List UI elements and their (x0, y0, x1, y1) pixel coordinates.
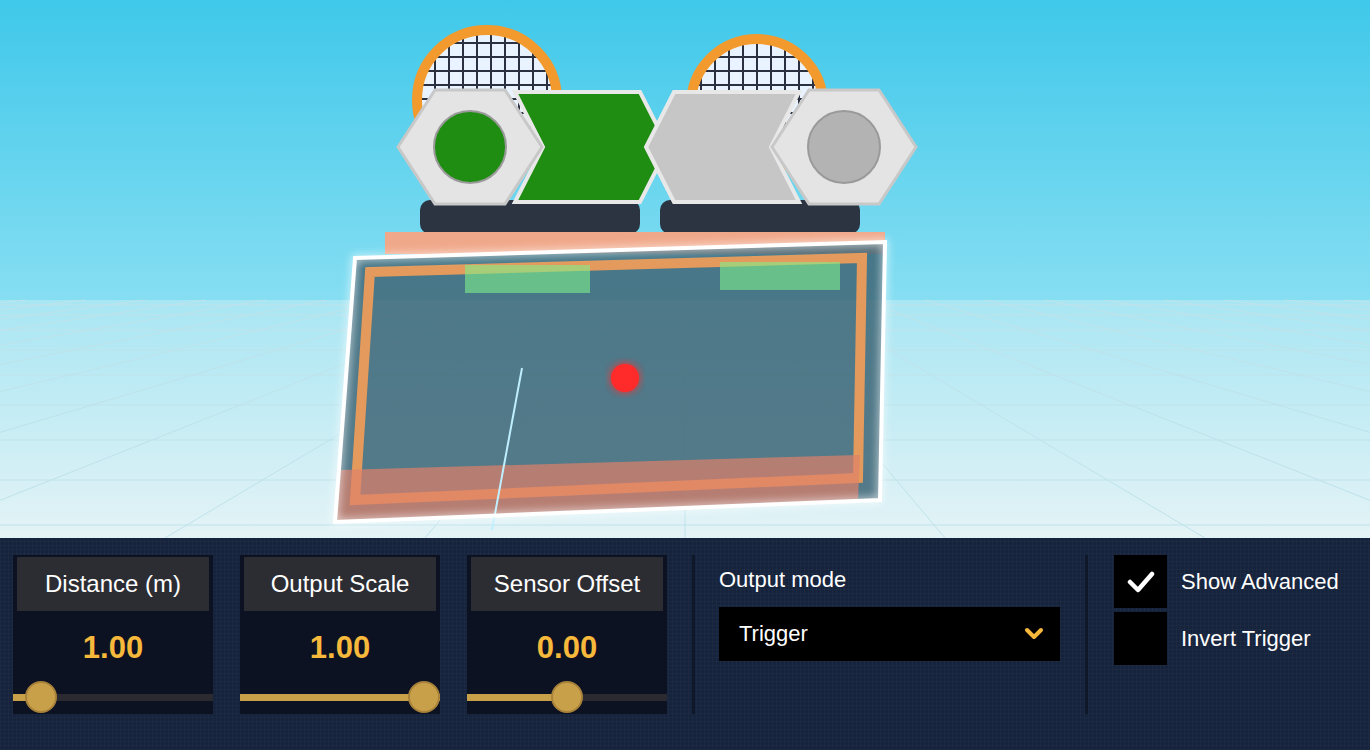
slider-value[interactable]: 1.00 (240, 622, 440, 670)
slider-thumb[interactable] (408, 681, 440, 713)
slider-card: Output Scale 1.00 (240, 555, 440, 714)
checkbox-label: Invert Trigger (1181, 626, 1311, 652)
indicator-off (646, 90, 916, 204)
slider-value[interactable]: 0.00 (467, 622, 667, 670)
divider (1085, 555, 1088, 714)
slider-value[interactable]: 1.00 (13, 622, 213, 670)
slider[interactable] (13, 680, 213, 714)
checkbox-row[interactable]: Invert Trigger (1114, 612, 1339, 665)
sensor-block (335, 242, 885, 530)
sensor-domes (385, 30, 885, 254)
settings-panel: Distance (m) 1.00 Output Scale 1.00 Sensor O… (0, 538, 1370, 750)
output-mode-section: Output mode Trigger (719, 555, 1060, 714)
checkbox-row[interactable]: Show Advanced (1114, 555, 1339, 608)
checkbox[interactable] (1114, 555, 1167, 608)
checkmark-icon (1127, 570, 1155, 594)
slider-group: Distance (m) 1.00 Output Scale 1.00 Sensor O… (13, 555, 667, 714)
slider-thumb[interactable] (551, 681, 583, 713)
output-mode-label: Output mode (719, 567, 1060, 593)
slider[interactable] (240, 680, 440, 714)
slider-card: Distance (m) 1.00 (13, 555, 213, 714)
checkbox[interactable] (1114, 612, 1167, 665)
indicator-on (398, 90, 668, 204)
slider-thumb[interactable] (25, 681, 57, 713)
slider-label: Sensor Offset (471, 557, 663, 611)
sensor-point-icon (611, 364, 639, 392)
output-mode-dropdown[interactable]: Trigger (719, 607, 1060, 661)
slider-card: Sensor Offset 0.00 (467, 555, 667, 714)
chevron-down-icon (1024, 627, 1044, 641)
slider[interactable] (467, 680, 667, 714)
sensor-editor: Distance (m) 1.00 Output Scale 1.00 Sensor O… (0, 0, 1370, 750)
checkbox-label: Show Advanced (1181, 569, 1339, 595)
checkbox-list: Show Advanced Invert Trigger (1112, 555, 1339, 714)
slider-label: Output Scale (244, 557, 436, 611)
divider (692, 555, 695, 714)
sensor-viewport[interactable] (0, 0, 1370, 538)
slider-label: Distance (m) (17, 557, 209, 611)
